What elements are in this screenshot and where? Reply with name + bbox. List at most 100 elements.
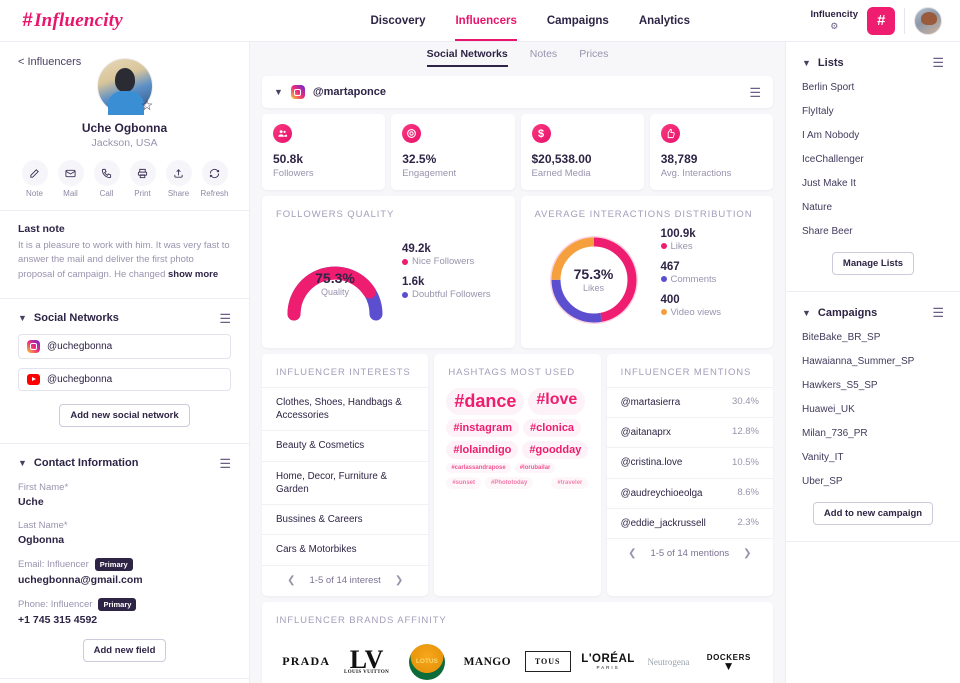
action-refresh[interactable]: Refresh [200,160,230,198]
brand-loreal[interactable]: L'ORÉALPARIS L'oreal [578,640,638,683]
brand-tous[interactable]: TOUS Tous [518,640,578,683]
profile-location: Jackson, USA [91,137,158,149]
list-item[interactable]: Hawaianna_Summer_SP [802,356,944,367]
legend-dot-icon [660,276,667,282]
hashtag-item[interactable]: #carlassandraposе [446,463,511,473]
hashtag-item[interactable]: #traveler [551,477,589,489]
favorite-star-icon[interactable]: ☆ [140,98,155,113]
chevron-down-icon[interactable]: ▼ [802,58,811,68]
chevron-down-icon[interactable]: ▼ [274,87,283,97]
list-item[interactable]: Just Make It [802,178,944,189]
brand-lotus[interactable]: LOTUS Lotus [397,640,457,683]
brand-neutrogena[interactable]: Neutrogena Neutrogena [638,640,698,683]
breadcrumb-back-influencers[interactable]: < Influencers [18,56,81,68]
interactions-title: AVERAGE INTERACTIONS DISTRIBUTION [534,209,753,220]
list-item[interactable]: BiteBake_BR_SP [802,332,944,343]
action-mail[interactable]: Mail [56,160,86,198]
nav-item-analytics[interactable]: Analytics [639,0,690,41]
list-item[interactable]: Nature [802,202,944,213]
add-to-new-campaign-button[interactable]: Add to new campaign [812,502,934,525]
add-new-field-button[interactable]: Add new field [82,638,167,662]
hashtag-item[interactable]: #lolaindigo [446,441,519,459]
list-item[interactable]: Milan_736_PR [802,428,944,439]
field-email-value[interactable]: uchegbonna@gmail.com [18,574,231,586]
legend-doubtful-followers-value: 1.6k [402,276,425,288]
action-share[interactable]: Share [164,160,194,198]
tab-notes[interactable]: Notes [530,48,557,65]
social-networks-menu-icon[interactable]: ☰ [219,312,231,325]
lists-menu-icon[interactable]: ☰ [932,56,944,69]
network-handle[interactable]: @martaponce [313,86,386,98]
chevron-down-icon[interactable]: ▼ [18,313,27,323]
profile-name: Uche Ogbonna [81,121,168,135]
list-item[interactable]: Home, Decor, Furniture & Garden [262,460,429,504]
chevron-down-icon[interactable]: ▼ [802,308,811,318]
field-last-name-value[interactable]: Ogbonna [18,534,231,546]
tab-prices[interactable]: Prices [579,48,608,65]
list-item[interactable]: I Am Nobody [802,130,944,141]
list-item[interactable]: Clothes, Shoes, Handbags & Accessories [262,387,429,430]
chevron-down-icon[interactable]: ▼ [18,458,27,468]
list-item[interactable]: Bussines & Careers [262,504,429,534]
table-row[interactable]: @aitanaprx 12.8% [606,417,773,447]
nav-item-campaigns[interactable]: Campaigns [547,0,609,41]
campaigns-menu-icon[interactable]: ☰ [932,306,944,319]
status-badge: Primary [94,557,133,571]
social-network-instagram[interactable]: @uchegbonna [18,333,231,359]
hashtag-item[interactable]: #lorubailar [514,463,556,473]
contact-menu-icon[interactable]: ☰ [219,457,231,470]
interactions-distribution-card: AVERAGE INTERACTIONS DISTRIBUTION 75.3% … [520,196,773,348]
account-info[interactable]: Influencity ⚙ [810,9,858,31]
next-page-icon[interactable]: ❯ [395,575,403,586]
list-item[interactable]: Vanity_IT [802,452,944,463]
list-item[interactable]: Share Beer [802,226,944,237]
hashtag-item[interactable]: #love [528,388,586,415]
brand-prada[interactable]: PRADA Prada [276,640,336,683]
list-item[interactable]: Berlin Sport [802,82,944,93]
mention-handle: @cristina.love [620,457,683,469]
action-note[interactable]: Note [20,160,50,198]
brand-louis-vuitton[interactable]: LVLOUIS VUITTON Louis vuitton [336,640,396,683]
prev-page-icon[interactable]: ❮ [287,575,295,586]
brand-logo[interactable]: # Influencity [0,10,250,32]
list-item[interactable]: Hawkers_S5_SP [802,380,944,391]
hashtag-item[interactable]: #instagram [446,419,520,437]
table-row[interactable]: @eddie_jackrussell 2.3% [606,507,773,538]
nav-item-influencers[interactable]: Influencers [455,0,518,41]
tab-social-networks[interactable]: Social Networks [426,48,508,67]
contact-information-title: Contact Information [33,457,139,470]
add-social-network-button[interactable]: Add new social network [59,403,190,427]
avatar[interactable] [914,6,942,35]
hashtag-item[interactable]: #goodday [522,441,589,459]
nav-item-discovery[interactable]: Discovery [371,0,426,41]
profile-photo[interactable]: ☆ [96,58,155,115]
brand-mango[interactable]: MANGO Mango [457,640,517,683]
list-item[interactable]: Cars & Motorbikes [262,534,429,564]
hashtag-item[interactable]: #clonica [523,419,582,437]
brand-dockers[interactable]: DOCKERS▼ Dockers [699,640,759,683]
next-page-icon[interactable]: ❯ [743,548,751,559]
table-row[interactable]: @martasierra 30.4% [606,387,773,417]
workspace-tile-icon[interactable]: # [867,6,895,35]
interactions-legend: 100.9k Likes 467 Comments 400 Video view… [660,228,721,327]
gear-icon[interactable]: ⚙ [810,21,858,31]
manage-lists-button[interactable]: Manage Lists [831,252,915,275]
show-more-link[interactable]: show more [168,269,218,280]
field-first-name-value[interactable]: Uche [18,496,231,508]
action-call[interactable]: Call [92,160,122,198]
action-print[interactable]: Print [128,160,158,198]
hashtag-item[interactable]: #Phototoday [485,477,534,489]
network-menu-icon[interactable]: ☰ [749,86,761,99]
hashtag-item[interactable]: #dance [446,388,525,415]
table-row[interactable]: @cristina.love 10.5% [606,447,773,477]
list-item[interactable]: IceChallenger [802,154,944,165]
list-item[interactable]: Beauty & Cosmetics [262,430,429,460]
prev-page-icon[interactable]: ❮ [628,548,636,559]
table-row[interactable]: @audreychioeolga 8.6% [606,477,773,508]
social-network-youtube[interactable]: @uchegbonna [18,367,231,391]
field-phone-value[interactable]: +1 745 315 4592 [18,614,231,626]
list-item[interactable]: FlyItaly [802,106,944,117]
hashtag-item[interactable]: #sunset [446,477,482,489]
list-item[interactable]: Uber_SP [802,476,944,487]
list-item[interactable]: Huawei_UK [802,404,944,415]
